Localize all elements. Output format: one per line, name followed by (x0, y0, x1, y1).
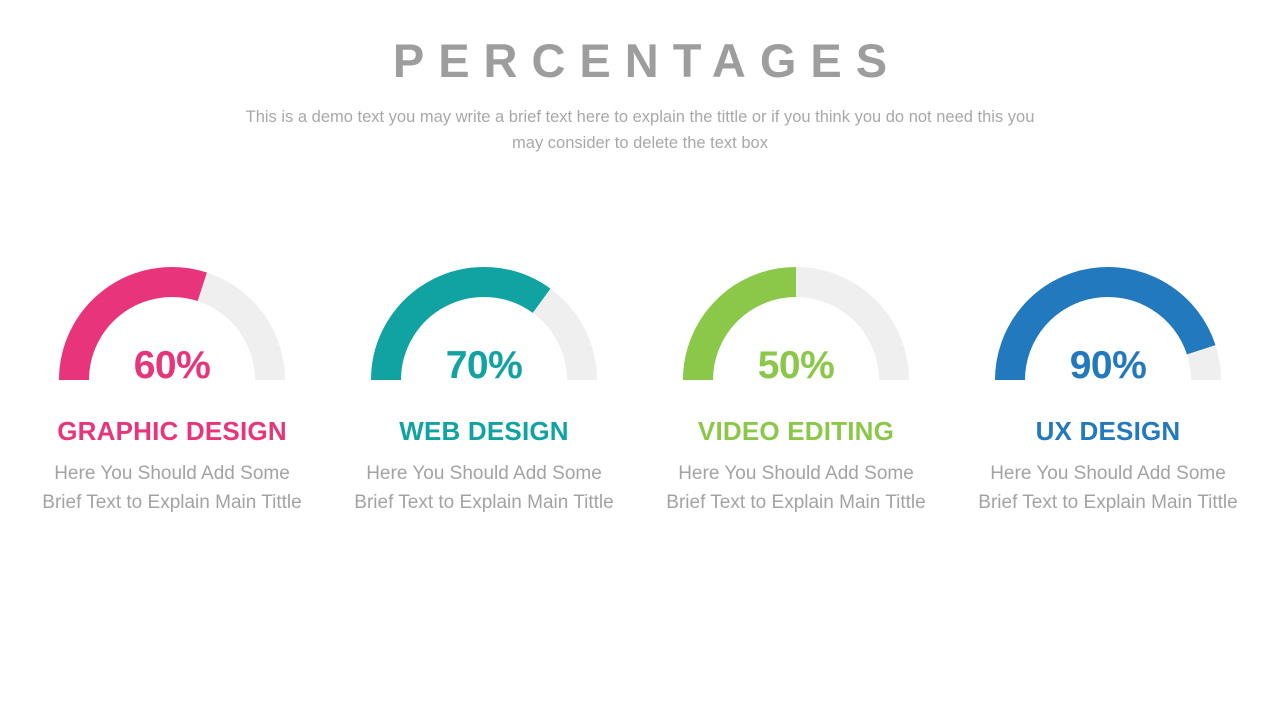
gauge-title-label: UX DESIGN (1035, 416, 1181, 446)
gauge-description: Here You Should Add Some Brief Text to E… (978, 463, 1238, 514)
gauge-card-web-design[interactable]: 70% WEB DESIGN Here You Should Add Some … (336, 252, 632, 518)
gauge-percent-label: 50% (757, 344, 835, 387)
gauge-title-label: GRAPHIC DESIGN (57, 416, 287, 446)
gauge-chart-web-design: 70% (359, 252, 609, 387)
gauge-chart-ux-design: 90% (983, 252, 1233, 387)
gauge-description: Here You Should Add Some Brief Text to E… (42, 463, 302, 514)
page-title: PERCENTAGES (392, 34, 902, 87)
gauge-chart-graphic-design: 60% (47, 252, 297, 387)
gauge-percent-label: 70% (445, 344, 523, 387)
gauge-percent-label: 60% (133, 344, 211, 387)
gauge-card-ux-design[interactable]: 90% UX DESIGN Here You Should Add Some B… (960, 252, 1256, 518)
gauge-title-label: VIDEO EDITING (697, 416, 895, 446)
page-subtitle: This is a demo text you may write a brie… (245, 107, 1035, 152)
slide-header: PERCENTAGES This is a demo text you may … (0, 34, 1280, 156)
gauge-chart-video-editing: 50% (671, 252, 921, 387)
gauge-card-graphic-design[interactable]: 60% GRAPHIC DESIGN Here You Should Add S… (24, 252, 320, 518)
gauge-row: 60% GRAPHIC DESIGN Here You Should Add S… (0, 252, 1280, 518)
gauge-title-label: WEB DESIGN (399, 416, 569, 446)
gauge-percent-label: 90% (1069, 344, 1147, 387)
gauge-card-video-editing[interactable]: 50% VIDEO EDITING Here You Should Add So… (648, 252, 944, 518)
gauge-description: Here You Should Add Some Brief Text to E… (354, 463, 614, 514)
gauge-description: Here You Should Add Some Brief Text to E… (666, 463, 926, 514)
slide-canvas: PERCENTAGES This is a demo text you may … (0, 0, 1280, 720)
